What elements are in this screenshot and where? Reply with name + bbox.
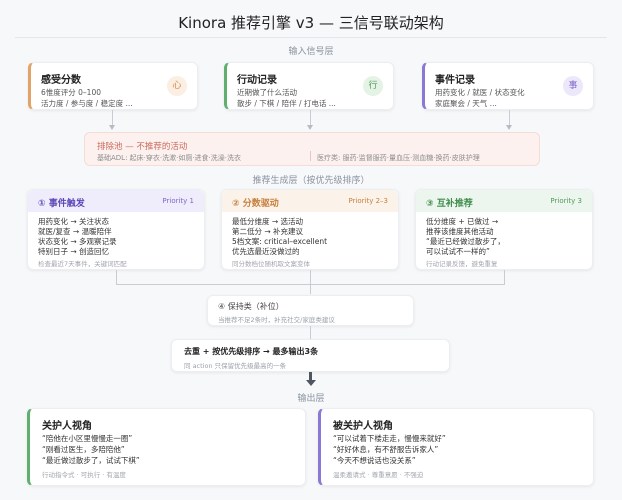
dedupe-title: 去重 + 按优先级排序 → 最多输出3条: [184, 347, 319, 356]
arrow-down-icon: [109, 125, 115, 130]
signal-desc: 用药变化 / 就医 / 状态变化: [435, 88, 525, 97]
generator-title: ③ 互补推荐: [426, 199, 473, 209]
event-badge-icon: 事: [563, 76, 583, 96]
signal-desc: 6惟度评分 0–100: [41, 88, 101, 97]
signal-card-feeling: 感受分数 6惟度评分 0–100 活力度 / 参与度 / 稳定度 ... 心: [28, 62, 198, 110]
connector-line: [310, 284, 311, 294]
output-caregiver-view: 关护人视角 “陪他在小区里慢慢走一圈” “刚看过医生，多陪陪他” “最近做过散步…: [27, 408, 306, 486]
exclusion-pool: 排除池 — 不推荐的活动 基础ADL: 起床·穿衣·洗漱·如厕·进食·洗澡·洗衣…: [84, 132, 540, 166]
output-style-note: 温柔邀请式 · 尊重意愿 · 不强迫: [333, 471, 424, 479]
priority-badge: Priority 2–3: [348, 197, 388, 205]
section-output-label: 输出层: [297, 394, 325, 404]
section-generate-label: 推荐生成层（按优先级排序）: [252, 176, 370, 186]
dedupe-desc: 同 action 只保留优先级最高的一条: [184, 362, 287, 370]
title-divider: [15, 37, 607, 38]
fallback-desc: 当推荐不足2条时，补充社交/家庭类建议: [218, 316, 335, 324]
signal-desc: 近期做了什么活动: [237, 88, 297, 97]
generator-note: 同分数档位随机取文案变体: [232, 260, 310, 268]
signal-title: 行动记录: [237, 75, 277, 86]
signal-title: 事件记录: [435, 75, 475, 86]
connector-line: [504, 270, 505, 284]
generator-complementary: ③ 互补推荐 Priority 3 低分维度 + 已做过 → 推荐该维度其他活动…: [415, 189, 593, 270]
generator-rule: 可以试试不一样的”: [426, 247, 490, 256]
output-title: 被关护人视角: [333, 421, 393, 432]
page-title: Kinora 推荐引擎 v3 — 三信号联动架构: [178, 14, 444, 32]
connector-line: [310, 326, 311, 339]
output-example: “陪他在小区里慢慢走一圈”: [42, 434, 133, 443]
generator-note: 检查最近7天事件，关键词匹配: [38, 260, 127, 268]
generator-title: ① 事件触发: [38, 199, 85, 209]
priority-badge: Priority 1: [162, 197, 194, 205]
output-example: “今天不想说话也没关系”: [333, 456, 416, 465]
signal-card-action: 行动记录 近期做了什么活动 散步 / 下棋 / 陪伴 / 打电话 ... 行: [224, 62, 394, 110]
signal-title: 感受分数: [41, 75, 81, 86]
exclusion-title: 排除池 — 不推荐的活动: [97, 142, 188, 152]
connector-line: [310, 270, 311, 284]
heart-badge-icon: 心: [167, 76, 187, 96]
signal-examples: 家庭聚会 / 天气 ...: [435, 99, 497, 108]
connector-line: [116, 270, 117, 284]
fallback-title: ④ 保持类（补位）: [218, 302, 284, 311]
dedupe-card: 去重 + 按优先级排序 → 最多输出3条 同 action 只保留优先级最高的一…: [171, 339, 450, 372]
signal-examples: 活力度 / 参与度 / 稳定度 ...: [41, 99, 133, 108]
arrow-down-icon: [306, 380, 316, 386]
generator-title: ② 分数驱动: [232, 199, 279, 209]
exclusion-medical: 医疗类: 服药·监督服药·量血压·测血糖·换药·皮肤护理: [317, 154, 480, 162]
output-example: “最近做过散步了，试试下棋”: [42, 456, 140, 465]
section-input-label: 输入信号层: [288, 47, 334, 57]
output-example: “可以试着下楼走走，慢慢来就好”: [333, 434, 446, 443]
signal-examples: 散步 / 下棋 / 陪伴 / 打电话 ...: [237, 99, 336, 108]
output-example: “好好休息，有不舒服告诉家人”: [333, 445, 439, 454]
generator-score-driven: ② 分数驱动 Priority 2–3 最低分维度 → 选活动 第二低分 → 补…: [221, 189, 399, 270]
exclusion-adl: 基础ADL: 起床·穿衣·洗漱·如厕·进食·洗澡·洗衣: [97, 154, 242, 162]
arrow-down-icon: [307, 125, 313, 130]
arrow-down-icon: [506, 125, 512, 130]
exclusion-divider: [310, 151, 311, 161]
priority-badge: Priority 3: [550, 197, 582, 205]
generator-rule: 特别日子 → 创造回忆: [38, 247, 110, 256]
generator-note: 行动记录反馈，避免重复: [426, 260, 498, 268]
action-badge-icon: 行: [363, 76, 383, 96]
output-example: “刚看过医生，多陪陪他”: [42, 445, 125, 454]
output-title: 关护人视角: [42, 421, 92, 432]
output-care-receiver-view: 被关护人视角 “可以试着下楼走走，慢慢来就好” “好好休息，有不舒服告诉家人” …: [318, 408, 594, 486]
fallback-card: ④ 保持类（补位） 当推荐不足2条时，补充社交/家庭类建议: [207, 295, 414, 326]
output-style-note: 行动指令式 · 可执行 · 有温度: [42, 471, 126, 479]
generator-rule: 优先选最近没做过的: [232, 247, 300, 256]
generator-event-trigger: ① 事件触发 Priority 1 用药变化 → 关注状态 就医/复查 → 温暖…: [27, 189, 205, 270]
signal-card-event: 事件记录 用药变化 / 就医 / 状态变化 家庭聚会 / 天气 ... 事: [422, 62, 594, 110]
